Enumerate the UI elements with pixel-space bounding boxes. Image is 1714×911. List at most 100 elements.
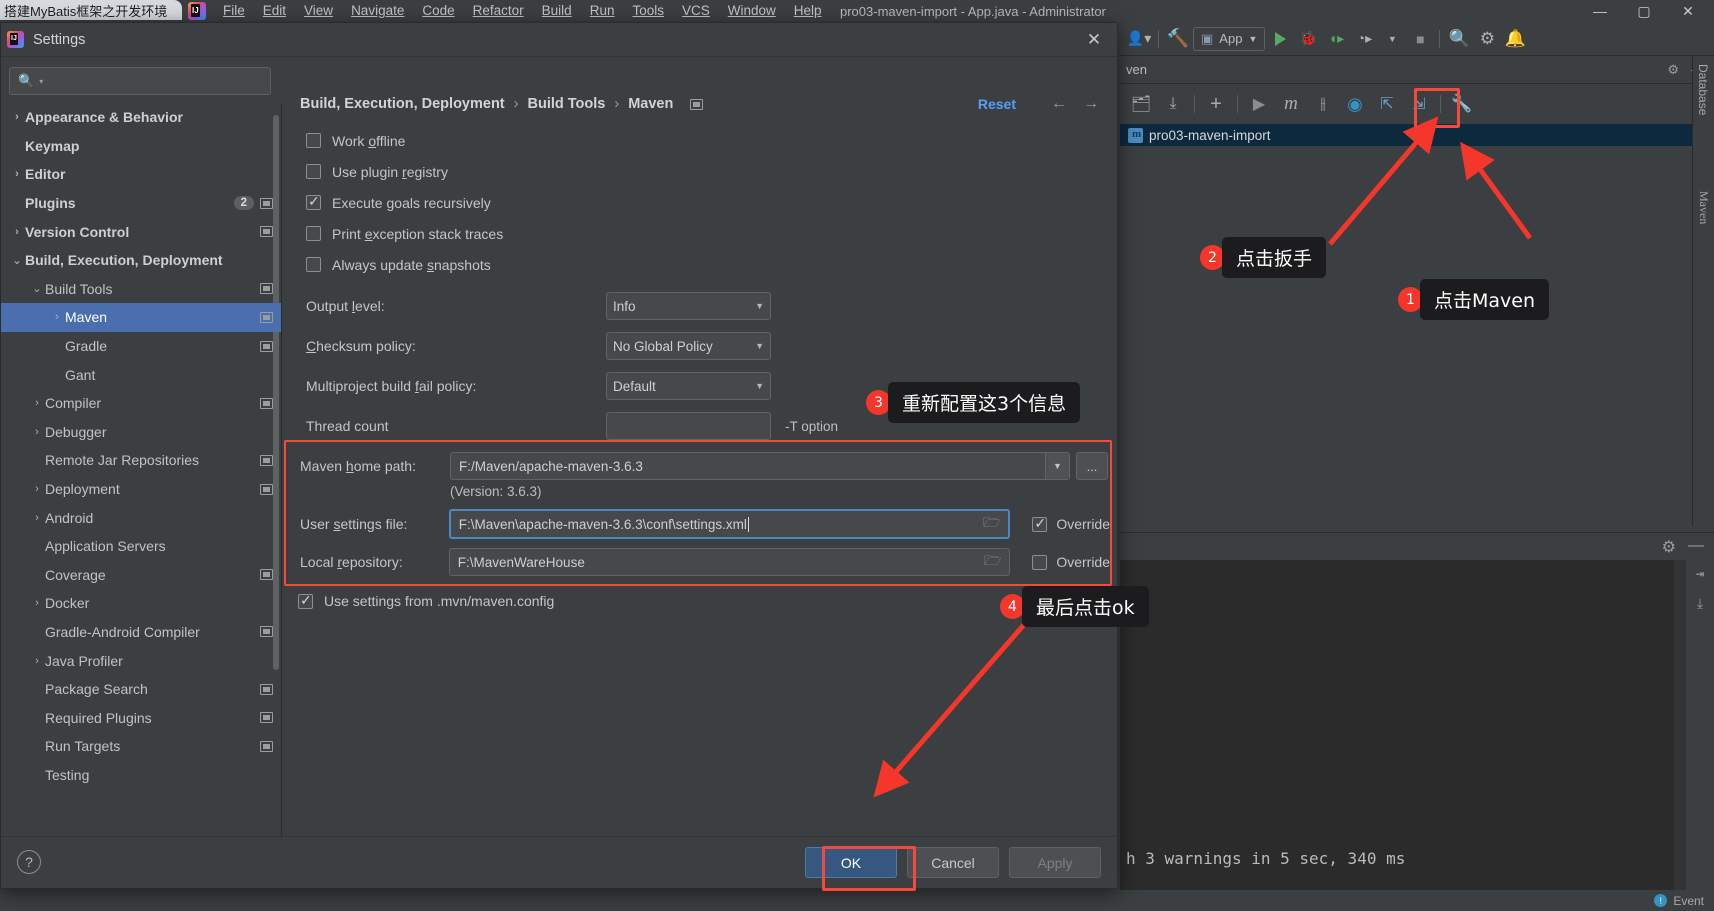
notifications-icon[interactable]: 🔔 bbox=[1502, 26, 1528, 52]
checkbox-box[interactable] bbox=[306, 133, 321, 148]
chevron-right-icon[interactable]: › bbox=[29, 655, 45, 667]
gear-icon[interactable]: ⚙ bbox=[1474, 26, 1500, 52]
combo-checksum-policy[interactable]: No Global Policy ▼ bbox=[606, 332, 771, 360]
menu-file[interactable]: File bbox=[214, 0, 254, 22]
sidebar-item-android[interactable]: › Android bbox=[1, 503, 281, 532]
run-icon[interactable] bbox=[1267, 26, 1293, 52]
sidebar-item-package-search[interactable]: Package Search bbox=[1, 675, 281, 704]
local-repository-override[interactable]: Override bbox=[1032, 554, 1110, 570]
breadcrumb-item-0[interactable]: Build, Execution, Deployment bbox=[300, 96, 505, 112]
sidebar-item-plugins[interactable]: Plugins 2 bbox=[1, 189, 281, 218]
settings-category-tree[interactable]: › Appearance & Behavior Keymap › Editor Plugi… bbox=[1, 103, 281, 836]
checkbox-box[interactable] bbox=[306, 164, 321, 179]
chevron-right-icon[interactable]: › bbox=[9, 111, 25, 123]
apply-button[interactable]: Apply bbox=[1009, 847, 1101, 878]
gear-icon[interactable]: ⚙ bbox=[1662, 537, 1676, 557]
sidebar-item-maven[interactable]: › Maven bbox=[1, 303, 281, 332]
add-maven-project-icon[interactable]: 🗂 bbox=[1126, 89, 1156, 119]
scroll-to-end-icon[interactable]: ⤓ bbox=[1697, 596, 1703, 612]
sidebar-item-version-control[interactable]: › Version Control bbox=[1, 217, 281, 246]
sidebar-item-deployment[interactable]: › Deployment bbox=[1, 475, 281, 504]
maven-home-path-input[interactable]: F:/Maven/apache-maven-3.6.3 ▼ bbox=[450, 452, 1070, 480]
search-input[interactable]: 🔍 ▾ bbox=[9, 67, 271, 95]
browse-maven-home-button[interactable]: ... bbox=[1076, 452, 1108, 480]
chevron-down-icon[interactable]: ▼ bbox=[1045, 453, 1069, 479]
chevron-right-icon[interactable]: › bbox=[29, 597, 45, 609]
sidebar-item-docker[interactable]: › Docker bbox=[1, 589, 281, 618]
chevron-right-icon[interactable]: › bbox=[9, 226, 25, 238]
user-dropdown-icon[interactable]: 👤▾ bbox=[1126, 26, 1152, 52]
sidebar-item-gradle-android-compiler[interactable]: Gradle-Android Compiler bbox=[1, 618, 281, 647]
sidebar-item-appearance-behavior[interactable]: › Appearance & Behavior bbox=[1, 103, 281, 132]
profiler-icon[interactable]: ◔▸ bbox=[1351, 26, 1377, 52]
sidebar-item-required-plugins[interactable]: Required Plugins bbox=[1, 703, 281, 732]
skip-tests-icon[interactable]: ⫲ bbox=[1308, 89, 1338, 119]
checkbox-execute-goals-recursively[interactable]: Execute goals recursively bbox=[306, 187, 1099, 218]
coverage-icon[interactable]: ◖▸ bbox=[1323, 26, 1349, 52]
chevron-down-icon[interactable]: ▼ bbox=[1379, 26, 1405, 52]
event-log-icon[interactable]: ! bbox=[1654, 894, 1668, 907]
chevron-right-icon[interactable]: › bbox=[29, 397, 45, 409]
m-icon[interactable]: m bbox=[1276, 89, 1306, 119]
forward-arrow-icon[interactable]: → bbox=[1083, 95, 1099, 113]
minimize-icon[interactable]: — bbox=[1688, 537, 1704, 557]
sidebar-item-compiler[interactable]: › Compiler bbox=[1, 389, 281, 418]
menu-build[interactable]: Build bbox=[533, 0, 581, 22]
sidebar-item-editor[interactable]: › Editor bbox=[1, 160, 281, 189]
mvn-config-row[interactable]: Use settings from .mvn/maven.config bbox=[298, 592, 554, 609]
chevron-right-icon[interactable]: › bbox=[29, 426, 45, 438]
sidebar-item-remote-jar-repositories[interactable]: Remote Jar Repositories bbox=[1, 446, 281, 475]
chevron-right-icon[interactable]: › bbox=[49, 311, 65, 323]
menu-navigate[interactable]: Navigate bbox=[342, 0, 413, 22]
checkbox-print-exception-stack-traces[interactable]: Print exception stack traces bbox=[306, 218, 1099, 249]
sidebar-item-gant[interactable]: Gant bbox=[1, 360, 281, 389]
execute-goal-icon[interactable]: ◉ bbox=[1340, 89, 1370, 119]
back-arrow-icon[interactable]: ← bbox=[1051, 95, 1067, 113]
mvn-config-checkbox[interactable] bbox=[298, 592, 313, 609]
checkbox-always-update-snapshots[interactable]: Always update snapshots bbox=[306, 249, 1099, 280]
expand-icon[interactable]: ⇱ bbox=[1372, 89, 1402, 119]
run-configuration-selector[interactable]: ▣ App ▼ bbox=[1193, 26, 1266, 51]
menu-help[interactable]: Help bbox=[785, 0, 831, 22]
sidebar-item-keymap[interactable]: Keymap bbox=[1, 132, 281, 161]
menu-vcs[interactable]: VCS bbox=[673, 0, 719, 22]
chevron-right-icon[interactable]: › bbox=[29, 483, 45, 495]
sidebar-item-build-execution-deployment[interactable]: ⌄ Build, Execution, Deployment bbox=[1, 246, 281, 275]
checkbox-box[interactable] bbox=[306, 257, 321, 272]
cancel-button[interactable]: Cancel bbox=[907, 847, 999, 878]
download-sources-icon[interactable]: ⤓ bbox=[1158, 89, 1188, 119]
maximize-icon[interactable]: ▢ bbox=[1622, 0, 1666, 22]
checkbox-use-plugin-registry[interactable]: Use plugin registry bbox=[306, 156, 1099, 187]
checkbox-box[interactable] bbox=[306, 193, 321, 210]
plus-icon[interactable]: + bbox=[1201, 89, 1231, 119]
folder-icon[interactable]: 🗁 bbox=[984, 550, 1001, 574]
rail-maven-label[interactable]: Maven bbox=[1693, 183, 1714, 232]
thread-count-input[interactable] bbox=[606, 412, 771, 440]
wrap-text-icon[interactable]: ⇥ bbox=[1696, 566, 1704, 582]
console-scrollbar[interactable] bbox=[1674, 560, 1686, 890]
stop-icon[interactable]: ■ bbox=[1407, 26, 1433, 52]
rail-database-label[interactable]: Database bbox=[1693, 56, 1713, 123]
close-icon[interactable]: ✕ bbox=[1071, 23, 1117, 57]
debug-icon[interactable]: 🐞 bbox=[1295, 26, 1321, 52]
menu-tools[interactable]: Tools bbox=[623, 0, 673, 22]
search-everywhere-icon[interactable]: 🔍 bbox=[1446, 26, 1472, 52]
menu-run[interactable]: Run bbox=[581, 0, 624, 22]
menu-window[interactable]: Window bbox=[719, 0, 785, 22]
checkbox-box[interactable] bbox=[306, 226, 321, 241]
sidebar-item-testing[interactable]: Testing bbox=[1, 761, 281, 790]
gear-icon[interactable]: ⚙ bbox=[1667, 62, 1679, 78]
close-icon[interactable]: ✕ bbox=[1666, 0, 1710, 22]
local-repository-input[interactable]: F:\MavenWareHouse 🗁 bbox=[448, 548, 1011, 576]
menu-refactor[interactable]: Refactor bbox=[464, 0, 533, 22]
minimize-icon[interactable]: — bbox=[1578, 0, 1622, 22]
local-repository-override-checkbox[interactable] bbox=[1032, 554, 1048, 570]
reset-link[interactable]: Reset bbox=[978, 96, 1016, 112]
chevron-down-icon[interactable]: ⌄ bbox=[29, 282, 45, 295]
browser-tab[interactable]: 搭建MyBatis框架之开发环境 bbox=[0, 0, 182, 20]
menu-code[interactable]: Code bbox=[413, 0, 463, 22]
user-settings-override-checkbox[interactable] bbox=[1032, 515, 1048, 532]
user-settings-file-input[interactable]: F:\Maven\apache-maven-3.6.3\conf\setting… bbox=[448, 509, 1011, 539]
sidebar-item-build-tools[interactable]: ⌄ Build Tools bbox=[1, 275, 281, 304]
checkbox-work-offline[interactable]: Work offline bbox=[306, 125, 1099, 156]
